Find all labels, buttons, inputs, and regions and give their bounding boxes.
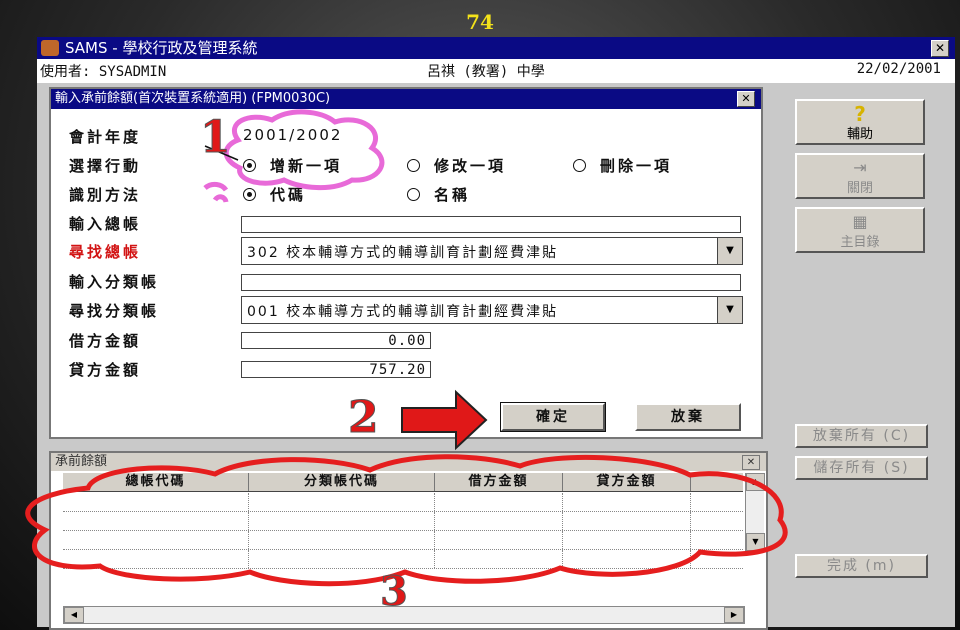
user-label: 使用者: SYSADMIN <box>40 64 167 80</box>
credit-label: 貸方金額 <box>69 361 142 379</box>
action-label: 選擇行動 <box>69 157 142 175</box>
grid-title: 承前餘額 <box>55 454 108 469</box>
column-header-ledger[interactable]: 總帳代碼 <box>63 473 249 491</box>
vertical-scrollbar[interactable]: ▲ ▼ <box>745 473 765 551</box>
table-row[interactable] <box>63 550 743 569</box>
radio-code[interactable]: 代碼 <box>243 184 306 205</box>
scroll-down-icon[interactable]: ▼ <box>746 533 765 551</box>
table-row[interactable] <box>63 512 743 531</box>
radio-dot <box>243 188 256 201</box>
cancel-button[interactable]: 放棄 <box>635 403 741 431</box>
input-subledger-field[interactable] <box>241 274 741 291</box>
help-button[interactable]: ? 輔助 <box>795 99 925 145</box>
opening-balance-dialog: 輸入承前餘額(首次裝置系統適用) (FPM0030C) ✕ 會計年度 2001/… <box>49 87 763 439</box>
radio-dot <box>573 159 586 172</box>
radio-add-label: 增新一項 <box>270 157 343 175</box>
save-all-button[interactable]: 儲存所有 (S) <box>795 456 928 480</box>
debit-label: 借方金額 <box>69 332 142 350</box>
main-window: SAMS - 學校行政及管理系統 ✕ 使用者: SYSADMIN 呂祺 (教署)… <box>37 37 955 630</box>
grid-header: 總帳代碼 分類帳代碼 借方金額 貸方金額 <box>63 473 743 492</box>
credit-field[interactable]: 757.20 <box>241 361 431 378</box>
close-label: 關閉 <box>846 181 873 196</box>
dialog-title-bar: 輸入承前餘額(首次裝置系統適用) (FPM0030C) ✕ <box>51 89 761 109</box>
input-ledger-label: 輸入總帳 <box>69 215 142 233</box>
app-fox-icon <box>41 40 59 56</box>
slide: 74 SAMS - 學校行政及管理系統 ✕ 使用者: SYSADMIN 呂祺 (… <box>0 0 960 630</box>
workspace: 輸入承前餘額(首次裝置系統適用) (FPM0030C) ✕ 會計年度 2001/… <box>37 83 955 630</box>
find-ledger-value: 302 校本輔導方式的輔導訓育計劃經費津貼 <box>247 245 559 261</box>
find-subledger-dropdown[interactable]: 001 校本輔導方式的輔導訓育計劃經費津貼 ▼ <box>241 296 743 324</box>
close-button[interactable]: ⇥ 關閉 <box>795 153 925 199</box>
table-row[interactable] <box>63 493 743 512</box>
scroll-left-icon[interactable]: ◀ <box>64 607 84 623</box>
radio-code-label: 代碼 <box>270 186 307 204</box>
chevron-down-icon[interactable]: ▼ <box>717 238 742 264</box>
abandon-all-button[interactable]: 放棄所有 (C) <box>795 424 928 448</box>
current-date: 22/02/2001 <box>856 61 941 77</box>
main-menu-label: 主目錄 <box>840 235 880 250</box>
menu-grid-icon: ▦ <box>852 212 868 231</box>
radio-name[interactable]: 名稱 <box>407 184 470 205</box>
column-header-debit[interactable]: 借方金額 <box>435 473 563 491</box>
find-subledger-value: 001 校本輔導方式的輔導訓育計劃經費津貼 <box>247 304 559 320</box>
input-ledger-field[interactable] <box>241 216 741 233</box>
dialog-title: 輸入承前餘額(首次裝置系統適用) (FPM0030C) <box>55 91 331 106</box>
scroll-up-icon[interactable]: ▲ <box>746 473 765 491</box>
fiscal-year-label: 會計年度 <box>69 128 142 146</box>
radio-name-label: 名稱 <box>434 186 471 204</box>
chevron-down-icon[interactable]: ▼ <box>717 297 742 323</box>
input-subledger-label: 輸入分類帳 <box>69 273 160 291</box>
done-button[interactable]: 完成 (m) <box>795 554 928 578</box>
help-label: 輔助 <box>846 127 873 142</box>
table-row[interactable] <box>63 531 743 550</box>
find-ledger-label: 尋找總帳 <box>69 243 142 261</box>
ok-button[interactable]: 確定 <box>500 402 606 432</box>
find-ledger-dropdown[interactable]: 302 校本輔導方式的輔導訓育計劃經費津貼 ▼ <box>241 237 743 265</box>
opening-balance-grid: 承前餘額 ✕ 總帳代碼 分類帳代碼 借方金額 貸方金額 ▲ ▼ ◀ ▶ <box>49 451 768 630</box>
page-number: 74 <box>466 10 494 34</box>
window-title-bar: SAMS - 學校行政及管理系統 ✕ <box>37 37 955 59</box>
scroll-right-icon[interactable]: ▶ <box>724 607 744 623</box>
radio-add[interactable]: 增新一項 <box>243 155 342 176</box>
fiscal-year-value: 2001/2002 <box>243 126 343 144</box>
radio-edit[interactable]: 修改一項 <box>407 155 506 176</box>
exit-door-icon: ⇥ <box>853 158 867 177</box>
debit-field[interactable]: 0.00 <box>241 332 431 349</box>
find-subledger-label: 尋找分類帳 <box>69 302 160 320</box>
radio-delete-label: 刪除一項 <box>600 157 673 175</box>
school-name: 呂祺 (教署) 中學 <box>427 64 545 80</box>
radio-edit-label: 修改一項 <box>434 157 507 175</box>
column-header-subledger[interactable]: 分類帳代碼 <box>249 473 435 491</box>
radio-delete[interactable]: 刪除一項 <box>573 155 672 176</box>
grid-title-bar: 承前餘額 ✕ <box>51 453 766 471</box>
window-title: SAMS - 學校行政及管理系統 <box>65 39 258 57</box>
horizontal-scrollbar[interactable]: ◀ ▶ <box>63 606 745 624</box>
radio-dot <box>407 188 420 201</box>
grid-close-button[interactable]: ✕ <box>742 455 760 470</box>
column-header-credit[interactable]: 貸方金額 <box>563 473 691 491</box>
identify-label: 識別方法 <box>69 186 142 204</box>
question-icon: ? <box>854 102 866 126</box>
radio-dot <box>243 159 256 172</box>
window-close-button[interactable]: ✕ <box>931 40 949 57</box>
status-header: 使用者: SYSADMIN 呂祺 (教署) 中學 22/02/2001 <box>37 59 955 81</box>
dialog-close-button[interactable]: ✕ <box>737 91 755 107</box>
main-menu-button[interactable]: ▦ 主目錄 <box>795 207 925 253</box>
radio-dot <box>407 159 420 172</box>
